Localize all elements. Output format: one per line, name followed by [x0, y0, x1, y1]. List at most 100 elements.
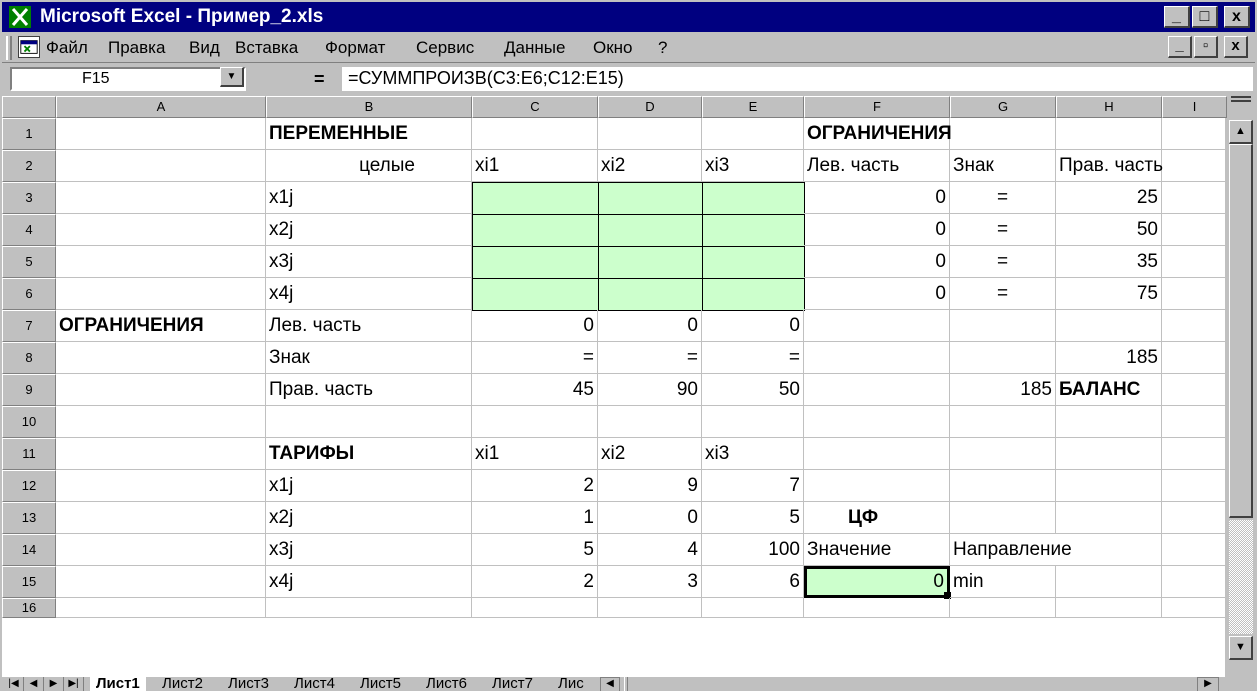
cell-h6[interactable]: 75 — [1056, 278, 1162, 310]
cell-d2[interactable]: xi2 — [598, 150, 702, 182]
cell-a8[interactable] — [56, 342, 266, 374]
cell-c7[interactable]: 0 — [472, 310, 598, 342]
cell-h16[interactable] — [1056, 598, 1162, 618]
cell-i9[interactable] — [1162, 374, 1225, 406]
cell-c10[interactable] — [472, 406, 598, 438]
workbook-icon[interactable] — [18, 36, 40, 58]
next-sheet-icon[interactable]: ▶ — [44, 677, 64, 691]
cell-b6[interactable]: x4j — [266, 278, 472, 310]
cell-h15[interactable] — [1056, 566, 1162, 598]
cell-g13[interactable] — [950, 502, 1056, 534]
cell-f3[interactable]: 0 — [804, 182, 950, 214]
name-box[interactable]: F15 — [10, 67, 246, 91]
cell-f9[interactable] — [804, 374, 950, 406]
cell-b10[interactable] — [266, 406, 472, 438]
cell-b9[interactable]: Прав. часть — [266, 374, 472, 406]
cell-i4[interactable] — [1162, 214, 1225, 246]
cell-a10[interactable] — [56, 406, 266, 438]
cell-d10[interactable] — [598, 406, 702, 438]
row-header[interactable]: 14 — [2, 534, 56, 566]
cell-a7[interactable]: ОГРАНИЧЕНИЯ — [56, 310, 266, 342]
cell-c2[interactable]: xi1 — [472, 150, 598, 182]
cell-b11[interactable]: ТАРИФЫ — [266, 438, 472, 470]
maximize-button[interactable]: □ — [1192, 6, 1218, 28]
cell-e15[interactable]: 6 — [702, 566, 804, 598]
sheet-tab-8[interactable]: Лис — [558, 676, 584, 691]
cell-g16[interactable] — [950, 598, 1056, 618]
split-box[interactable] — [1231, 96, 1251, 102]
row-header[interactable]: 15 — [2, 566, 56, 598]
cell-g14[interactable]: Направление — [950, 534, 1072, 566]
cell-f11[interactable] — [804, 438, 950, 470]
cell-i6[interactable] — [1162, 278, 1225, 310]
cell-g3[interactable]: = — [950, 182, 1056, 214]
last-sheet-icon[interactable]: ▶| — [64, 677, 84, 691]
cell-g12[interactable] — [950, 470, 1056, 502]
row-header[interactable]: 12 — [2, 470, 56, 502]
cell-f10[interactable] — [804, 406, 950, 438]
cell-i7[interactable] — [1162, 310, 1225, 342]
cell-d15[interactable]: 3 — [598, 566, 702, 598]
cell-i12[interactable] — [1162, 470, 1225, 502]
scroll-down-button[interactable]: ▼ — [1229, 636, 1253, 660]
minimize-button[interactable]: _ — [1164, 6, 1190, 28]
cell-c8[interactable]: = — [472, 342, 598, 374]
cell-g4[interactable]: = — [950, 214, 1056, 246]
cell-g10[interactable] — [950, 406, 1056, 438]
cell-d12[interactable]: 9 — [598, 470, 702, 502]
cell-h7[interactable] — [1056, 310, 1162, 342]
cell-h13[interactable] — [1056, 502, 1162, 534]
cell-e8[interactable]: = — [702, 342, 804, 374]
cell-d16[interactable] — [598, 598, 702, 618]
cell-a16[interactable] — [56, 598, 266, 618]
cell-h8[interactable]: 185 — [1056, 342, 1162, 374]
cell-f5[interactable]: 0 — [804, 246, 950, 278]
cell-f12[interactable] — [804, 470, 950, 502]
cell-d11[interactable]: xi2 — [598, 438, 702, 470]
column-header-a[interactable]: A — [56, 96, 266, 118]
cell-b15[interactable]: x4j — [266, 566, 472, 598]
cell-c9[interactable]: 45 — [472, 374, 598, 406]
close-button[interactable]: x — [1224, 6, 1250, 28]
cell-a2[interactable] — [56, 150, 266, 182]
cell-d3[interactable] — [598, 182, 703, 215]
cell-f16[interactable] — [804, 598, 950, 618]
menu-edit[interactable]: Правка — [108, 38, 165, 58]
cell-c3[interactable] — [472, 182, 599, 215]
cell-c11[interactable]: xi1 — [472, 438, 598, 470]
cell-c5[interactable] — [472, 246, 599, 279]
cell-i10[interactable] — [1162, 406, 1225, 438]
scroll-thumb[interactable] — [1229, 144, 1253, 518]
cell-e13[interactable]: 5 — [702, 502, 804, 534]
column-header-g[interactable]: G — [950, 96, 1056, 118]
prev-sheet-icon[interactable]: ◀ — [24, 677, 44, 691]
sheet-tab-1[interactable]: Лист1 — [90, 676, 146, 691]
cell-f8[interactable] — [804, 342, 950, 374]
cell-f2[interactable]: Лев. часть — [804, 150, 950, 182]
doc-minimize-button[interactable]: _ — [1168, 36, 1192, 58]
row-header[interactable]: 4 — [2, 214, 56, 246]
cell-f6[interactable]: 0 — [804, 278, 950, 310]
cell-i16[interactable] — [1162, 598, 1225, 618]
cell-c4[interactable] — [472, 214, 599, 247]
menu-window[interactable]: Окно — [593, 38, 633, 58]
row-header[interactable]: 13 — [2, 502, 56, 534]
cell-f15-active[interactable]: 0 — [804, 566, 950, 598]
tab-split-handle[interactable] — [624, 677, 628, 691]
cell-g5[interactable]: = — [950, 246, 1056, 278]
cell-f1[interactable]: ОГРАНИЧЕНИЯ — [804, 118, 952, 150]
equals-sign[interactable]: = — [314, 69, 325, 90]
cell-c6[interactable] — [472, 278, 599, 311]
cell-h2[interactable]: Прав. часть — [1056, 150, 1163, 182]
cell-b3[interactable]: x1j — [266, 182, 472, 214]
cell-i15[interactable] — [1162, 566, 1225, 598]
column-header-b[interactable]: B — [266, 96, 472, 118]
sheet-tab-6[interactable]: Лист6 — [426, 676, 467, 691]
hscroll-right-icon[interactable]: ▶ — [1197, 677, 1219, 691]
cell-e12[interactable]: 7 — [702, 470, 804, 502]
cell-a13[interactable] — [56, 502, 266, 534]
vertical-scrollbar[interactable]: ▲ ▼ — [1227, 96, 1255, 680]
cell-d4[interactable] — [598, 214, 703, 247]
scroll-track[interactable] — [1229, 520, 1253, 634]
cell-b8[interactable]: Знак — [266, 342, 472, 374]
